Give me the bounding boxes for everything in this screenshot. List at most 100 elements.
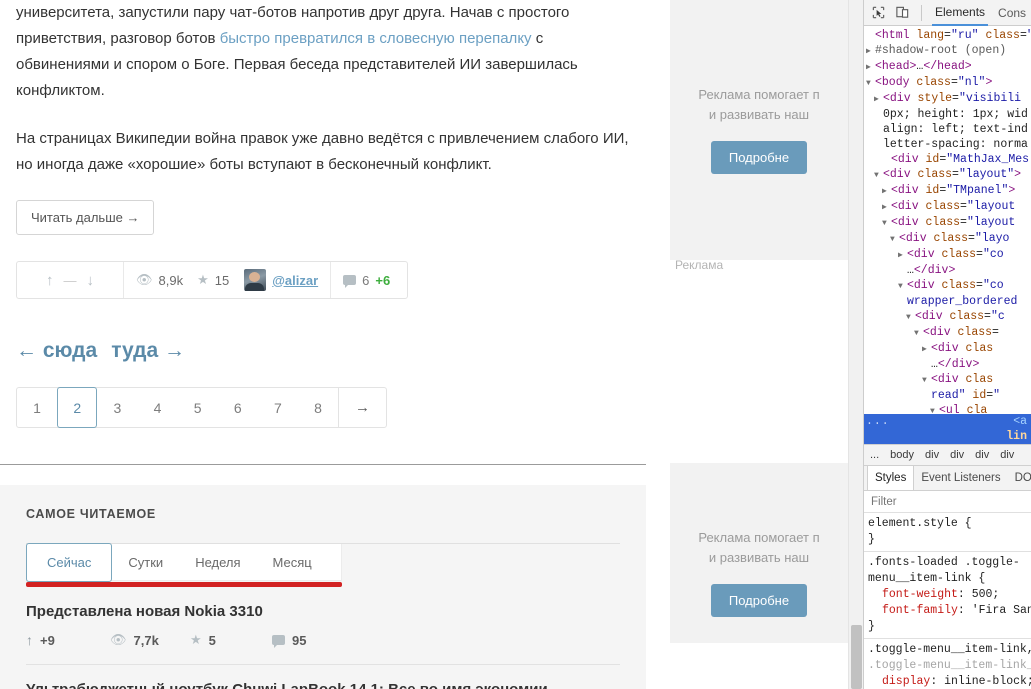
css-declaration[interactable]: font-weight: 500; <box>868 587 1031 603</box>
styles-filter-input[interactable] <box>869 494 1019 509</box>
nav-next-link[interactable]: туда → <box>111 339 185 363</box>
author-username-link[interactable]: @alizar <box>272 273 318 288</box>
breadcrumb-item-body[interactable]: body <box>890 449 914 461</box>
dom-tree-row[interactable]: ▼ <div class= <box>866 325 1031 341</box>
tab-elements[interactable]: Elements <box>932 0 989 26</box>
chevron-down-icon[interactable]: ▼ <box>882 216 891 231</box>
chevron-down-icon[interactable]: ▼ <box>914 326 923 341</box>
ad-label: Реклама <box>675 258 724 272</box>
nav-prev-link[interactable]: ← сюда <box>16 339 97 363</box>
dom-tree-row[interactable]: ▶ <div id="TMpanel"> <box>866 183 1031 199</box>
pagination-page-5[interactable]: 5 <box>178 388 218 427</box>
page-scrollbar[interactable] <box>848 0 863 689</box>
chevron-right-icon[interactable]: ▶ <box>866 44 875 59</box>
breadcrumb-item-div[interactable]: div <box>950 449 964 461</box>
dom-token: < <box>883 92 890 105</box>
article-inline-link[interactable]: быстро превратился в словесную перепалку <box>220 30 532 47</box>
most-read-tab-сутки[interactable]: Сутки <box>112 544 179 580</box>
pagination-page-2[interactable]: 2 <box>57 387 98 428</box>
chevron-down-icon[interactable]: ▼ <box>898 279 907 294</box>
chevron-right-icon[interactable]: ▶ <box>866 60 875 75</box>
dom-tree-row[interactable]: letter-spacing: norma <box>866 137 1031 152</box>
read-more-button[interactable]: Читать дальше → <box>16 200 155 235</box>
styles-tab-styles[interactable]: Styles <box>867 466 915 490</box>
most-read-tab-сейчас[interactable]: Сейчас <box>26 543 113 582</box>
pagination-next-button[interactable]: → <box>338 388 386 427</box>
css-declaration[interactable]: font-family: 'Fira San <box>868 603 1031 619</box>
devtools-filter-row[interactable] <box>864 491 1031 513</box>
dom-token: < <box>915 310 922 323</box>
css-rule[interactable]: .fonts-loaded .toggle-menu__item-link {f… <box>864 552 1031 639</box>
chevron-down-icon[interactable]: ▼ <box>922 373 931 388</box>
pagination-page-6[interactable]: 6 <box>218 388 258 427</box>
chevron-right-icon[interactable]: ▶ <box>882 200 891 215</box>
pagination-page-7[interactable]: 7 <box>258 388 298 427</box>
dom-tree-row[interactable]: <html lang="ru" class="n <box>866 28 1031 43</box>
chevron-right-icon[interactable]: ▶ <box>882 184 891 199</box>
inspect-element-icon[interactable] <box>870 4 887 21</box>
chevron-down-icon[interactable]: ▼ <box>890 232 899 247</box>
dom-tree-row[interactable]: ▶ <div style="visibili <box>866 91 1031 107</box>
dom-tree-row[interactable]: align: left; text-ind <box>866 122 1031 137</box>
dom-token: > <box>1014 168 1022 181</box>
star-icon[interactable]: ★ <box>197 272 209 288</box>
page-scrollbar-thumb[interactable] <box>851 625 862 689</box>
pagination-page-3[interactable]: 3 <box>97 388 137 427</box>
css-declaration[interactable]: display: inline-block; <box>868 674 1031 689</box>
dom-tree-row[interactable]: ▶ <div clas <box>866 341 1031 357</box>
pagination-page-1[interactable]: 1 <box>17 388 57 427</box>
chevron-right-icon[interactable]: ▶ <box>874 92 883 107</box>
arrow-down-icon[interactable]: ↓ <box>87 272 95 289</box>
dom-tree-row[interactable]: ▼ <body class="nl"> <box>866 75 1031 91</box>
most-read-tab-неделя[interactable]: Неделя <box>179 544 256 580</box>
chevron-down-icon[interactable]: ▼ <box>874 168 883 183</box>
avatar[interactable] <box>244 269 267 291</box>
breadcrumb-item-div[interactable]: div <box>1000 449 1014 461</box>
dom-tree-row[interactable]: ▼ <div class="layout"> <box>866 167 1031 183</box>
breadcrumb-item-...[interactable]: ... <box>870 449 879 461</box>
css-rule[interactable]: .toggle-menu__item-link, .toggle-menu__it… <box>864 639 1031 689</box>
dom-tree-row[interactable]: ▼ <ul cla <box>866 403 1031 414</box>
dom-tree-row[interactable]: ▶ <div class="layout <box>866 199 1031 215</box>
dom-token: id <box>925 184 940 197</box>
pagination-page-8[interactable]: 8 <box>298 388 338 427</box>
breadcrumb-item-div[interactable]: div <box>975 449 989 461</box>
dom-tree-row[interactable]: …</div> <box>866 357 1031 372</box>
css-rule[interactable]: element.style {} <box>864 513 1031 552</box>
chevron-right-icon[interactable]: ▶ <box>922 342 931 357</box>
chevron-right-icon[interactable]: ▶ <box>898 248 907 263</box>
chevron-down-icon[interactable]: ▼ <box>930 404 939 414</box>
devtools-selected-node[interactable]: ... <a lin <box>864 414 1031 444</box>
dom-token: id <box>925 153 940 166</box>
dom-tree-row[interactable]: ▶ <div class="co <box>866 247 1031 263</box>
dom-tree-row[interactable]: read" id=" <box>866 388 1031 403</box>
devtools-dom-tree[interactable]: <html lang="ru" class="n▶#shadow-root (o… <box>864 26 1031 414</box>
dom-tree-row[interactable]: wrapper_bordered <box>866 294 1031 309</box>
breadcrumb-item-div[interactable]: div <box>925 449 939 461</box>
comments-cell[interactable]: 6 +6 <box>331 262 402 298</box>
arrow-up-icon[interactable]: ↑ <box>46 272 54 289</box>
styles-tab-event-listeners[interactable]: Event Listeners <box>914 466 1007 490</box>
styles-tab-dom[interactable]: DOM <box>1008 466 1031 490</box>
pagination-page-4[interactable]: 4 <box>137 388 177 427</box>
tab-console[interactable]: Cons <box>995 0 1029 26</box>
dom-tree-row[interactable]: ▼ <div class="layout <box>866 215 1031 231</box>
dom-tree-row[interactable]: ▶ #shadow-root (open) <box>866 43 1031 59</box>
most-read-tab-месяц[interactable]: Месяц <box>257 544 328 580</box>
ad-details-button[interactable]: Подробне <box>710 141 808 174</box>
dom-tree-row[interactable]: 0px; height: 1px; wid <box>866 107 1031 122</box>
device-toolbar-icon[interactable] <box>894 4 911 21</box>
dom-tree-row[interactable]: …</div> <box>866 263 1031 278</box>
dom-tree-row[interactable]: ▼ <div clas <box>866 372 1031 388</box>
chevron-down-icon[interactable]: ▼ <box>866 76 875 91</box>
ad-details-button[interactable]: Подробне <box>710 584 808 617</box>
dom-token: div <box>913 248 935 261</box>
dom-tree-row[interactable]: ▶ <head>…</head> <box>866 59 1031 75</box>
dom-tree-row[interactable]: ▼ <div class="c <box>866 309 1031 325</box>
most-read-item-title[interactable]: Представлена новая Nokia 3310 <box>26 603 620 620</box>
dom-tree-row[interactable]: <div id="MathJax_Mes <box>866 152 1031 167</box>
dom-tree-row[interactable]: ▼ <div class="co <box>866 278 1031 294</box>
most-read-item-title[interactable]: Ультрабюджетный ноутбук Chuwi LapBook 14… <box>26 681 620 689</box>
chevron-down-icon[interactable]: ▼ <box>906 310 915 325</box>
dom-tree-row[interactable]: ▼ <div class="layo <box>866 231 1031 247</box>
